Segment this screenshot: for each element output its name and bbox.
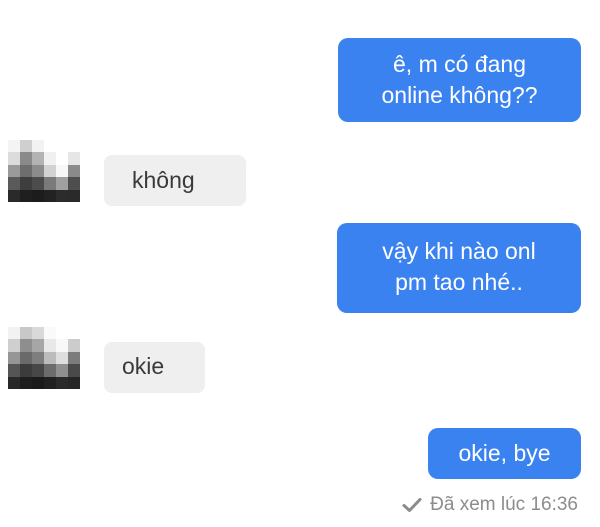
- message-incoming[interactable]: không: [104, 155, 246, 206]
- contact-avatar-icon[interactable]: [8, 327, 80, 389]
- message-text-line: online không??: [381, 82, 538, 108]
- chat-thread: ê, m có đang online không?? không vậy kh…: [0, 0, 600, 527]
- message-text-line: okie, bye: [458, 440, 551, 466]
- message-text-line: pm tao nhé..: [395, 269, 523, 295]
- contact-avatar-icon[interactable]: [8, 140, 80, 202]
- message-text-line: không: [132, 167, 195, 193]
- seen-status-text: Đã xem lúc 16:36: [430, 494, 578, 515]
- message-text-line: vậy khi nào onl: [382, 238, 536, 264]
- message-outgoing[interactable]: ê, m có đang online không??: [338, 38, 581, 122]
- message-text-line: ê, m có đang: [393, 51, 526, 77]
- message-outgoing[interactable]: okie, bye: [428, 428, 581, 479]
- message-outgoing[interactable]: vậy khi nào onl pm tao nhé..: [337, 223, 581, 313]
- checkmark-icon: [402, 498, 422, 512]
- message-incoming[interactable]: okie: [104, 342, 205, 393]
- seen-status: Đã xem lúc 16:36: [402, 490, 578, 520]
- message-text-line: okie: [122, 353, 165, 379]
